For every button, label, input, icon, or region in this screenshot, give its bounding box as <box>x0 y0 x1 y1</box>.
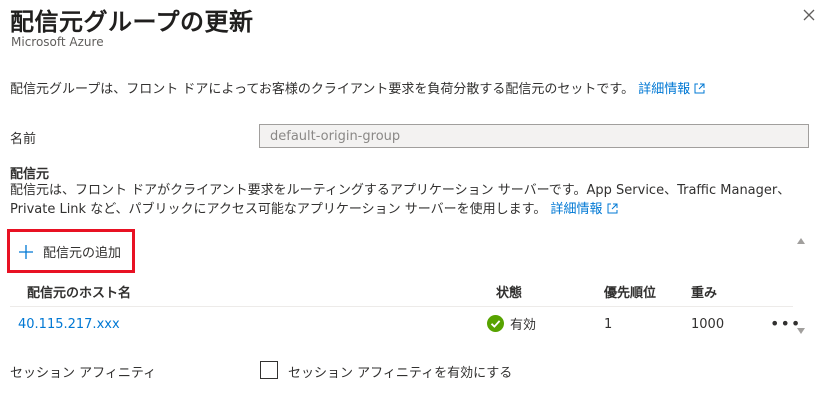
column-header-status[interactable]: 状態 <box>496 282 522 301</box>
external-link-icon <box>607 203 618 214</box>
origins-description: 配信元は、フロント ドアがクライアント要求をルーティングするアプリケーション サ… <box>10 181 820 219</box>
intro-learn-more-label: 詳細情報 <box>638 82 691 97</box>
intro-learn-more-link[interactable]: 詳細情報 <box>638 82 705 97</box>
origin-priority: 1 <box>604 317 613 332</box>
column-header-priority[interactable]: 優先順位 <box>604 282 656 301</box>
column-header-weight[interactable]: 重み <box>691 282 717 301</box>
origin-status: 有効 <box>487 314 536 333</box>
session-affinity-checkbox[interactable] <box>260 361 278 379</box>
add-origin-label: 配信元の追加 <box>43 246 122 261</box>
session-affinity-label: セッション アフィニティ <box>10 366 157 381</box>
name-label: 名前 <box>10 132 37 147</box>
origins-heading: 配信元 <box>10 167 50 182</box>
header-divider <box>10 306 793 307</box>
check-circle-icon <box>487 315 504 332</box>
origin-status-label: 有効 <box>510 318 537 333</box>
origins-learn-more-link[interactable]: 詳細情報 <box>551 202 618 217</box>
page-subtitle: Microsoft Azure <box>11 35 104 49</box>
intro-description: 配信元グループは、フロント ドアによってお客様のクライアント要求を負荷分散する配… <box>10 78 705 97</box>
column-header-host[interactable]: 配信元のホスト名 <box>27 282 131 301</box>
session-affinity-checkbox-label[interactable]: セッション アフィニティを有効にする <box>288 362 512 381</box>
add-origin-button[interactable]: 配信元の追加 <box>18 242 121 261</box>
origins-desc-text: 配信元は、フロント ドアがクライアント要求をルーティングするアプリケーション サ… <box>10 183 791 217</box>
origins-learn-more-label: 詳細情報 <box>550 202 603 217</box>
scroll-up-icon[interactable] <box>797 238 805 244</box>
origin-weight: 1000 <box>691 317 725 332</box>
external-link-icon <box>694 83 705 94</box>
plus-icon <box>19 244 33 259</box>
add-origin-highlight: 配信元の追加 <box>7 229 135 273</box>
intro-text: 配信元グループは、フロント ドアによってお客様のクライアント要求を負荷分散する配… <box>10 82 635 97</box>
close-icon[interactable] <box>800 6 818 24</box>
page-title: 配信元グループの更新 <box>10 8 254 36</box>
name-input[interactable] <box>259 124 809 148</box>
origin-host-link[interactable]: 40.115.217.xxx <box>18 317 120 332</box>
scroll-down-icon[interactable] <box>797 328 805 334</box>
